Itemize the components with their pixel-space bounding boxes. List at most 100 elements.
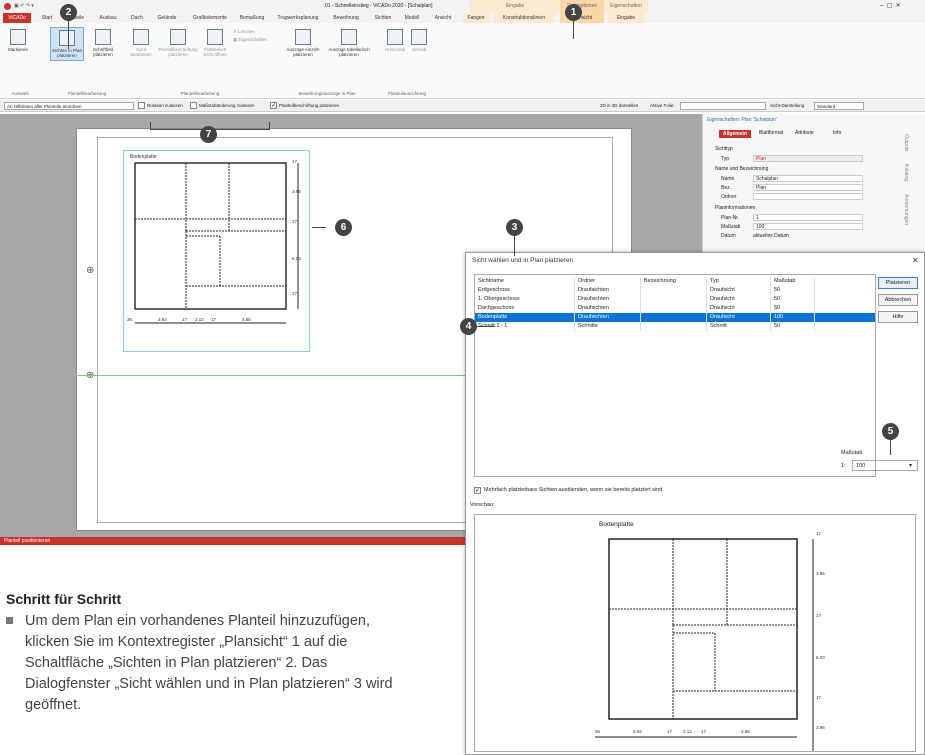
rotation-checkbox[interactable]	[138, 102, 145, 109]
label-icon	[170, 29, 186, 45]
cell-name: 1. Obergeschoss	[475, 295, 575, 304]
cell-ordner: Schnitte	[575, 322, 641, 331]
close-icon[interactable]: ✕	[912, 256, 919, 265]
table-row-selected[interactable]: Bodenplatte Draufsichten Draufsicht 100	[475, 313, 875, 322]
side-tab-anmerkungen[interactable]: Anmerkungen	[903, 194, 909, 225]
cell-mst: 50	[771, 286, 815, 295]
plot-area-icon	[207, 29, 223, 45]
loeschen-button[interactable]: ✕ Löschen	[233, 29, 263, 34]
steps-text-block: Um dem Plan ein vorhandenes Planteil hin…	[6, 611, 396, 716]
props-value-name[interactable]: Schalplan	[753, 175, 863, 182]
props-value-ordner[interactable]	[753, 193, 863, 200]
callout-6: 6	[335, 219, 352, 236]
table-row[interactable]: 1. Obergeschoss Draufsichten Draufsicht …	[475, 295, 875, 304]
chevron-down-icon: ▾	[909, 463, 913, 469]
col-bezeichnung[interactable]: Bezeichnung	[641, 277, 707, 286]
props-value-plannr[interactable]: 1	[753, 214, 863, 221]
show-3d-label[interactable]: 2D in 3D darstellen	[600, 101, 638, 111]
auszuege-einzeln-button[interactable]: Auszüge einzeln platzieren	[282, 29, 324, 57]
tab-gelaende[interactable]: Gelände	[153, 13, 181, 23]
tab-ausbau[interactable]: Ausbau	[95, 13, 121, 23]
props-tab-allgemein[interactable]: Allgemein	[719, 130, 751, 138]
anordnen-dropdown[interactable]: An Hilfslinien aller Planteile anordnen	[4, 102, 134, 110]
loeschen-label: Löschen	[238, 29, 256, 34]
tab-vicado[interactable]: ViCADo	[3, 13, 31, 23]
vertikal-button[interactable]: Vertikal	[408, 29, 430, 52]
markieren-button[interactable]: Markieren	[5, 29, 31, 52]
side-tab-katalog[interactable]: Katalog	[903, 164, 909, 181]
crosshair-icon: ⊕	[86, 265, 95, 276]
cell-mst: 50	[771, 304, 815, 313]
plotbereich-button[interactable]: Plotbereich Sicht öffnen	[200, 29, 230, 57]
table-row[interactable]: Dachgeschoss Draufsichten Draufsicht 50	[475, 304, 875, 313]
tab-sichten[interactable]: Sichten	[371, 13, 395, 23]
window-controls[interactable]: – ▢ ✕	[880, 0, 901, 13]
sicht-darstellung-select[interactable]: Standard	[814, 102, 864, 110]
tab-start[interactable]: Start	[36, 13, 58, 23]
abbrechen-button[interactable]: Abbrechen	[878, 294, 918, 306]
props-value-datum[interactable]: aktuelles Datum	[753, 233, 789, 239]
beschriftung-label: Planteilbeschriftung platzieren	[279, 103, 340, 108]
group-label-auswahl: Auswahl	[11, 91, 29, 96]
options-bar: An Hilfslinien aller Planteile anordnen …	[0, 100, 925, 112]
horizontal-button[interactable]: Horizontal	[383, 29, 407, 52]
planteilbeschriftung-button[interactable]: Planteilbeschriftung platzieren	[158, 29, 198, 57]
props-value-massstab[interactable]: 100	[753, 223, 863, 230]
platzieren-button[interactable]: Platzieren	[878, 277, 918, 289]
props-tab-blattformat[interactable]: Blattformat	[759, 130, 783, 136]
active-folie-select[interactable]	[680, 102, 766, 110]
sicht-bearbeiten-button[interactable]: Sicht bearbeiten	[127, 29, 155, 57]
cell-ordner: Draufsichten	[575, 313, 641, 322]
tab-ansicht[interactable]: Ansicht	[430, 13, 456, 23]
tab-bemassung[interactable]: Bemaßung	[236, 13, 268, 23]
callout3-line	[514, 236, 515, 256]
tab-fangen[interactable]: Fangen	[463, 13, 489, 23]
callout6-line	[312, 227, 326, 228]
side-tab-outputs[interactable]: Outputs	[903, 134, 909, 152]
eigenschaften-button[interactable]: ▦ Eigenschaften	[233, 37, 273, 42]
pv-dim-r3: 6.03	[816, 655, 825, 660]
auszuege-tabellarisch-button[interactable]: Auszüge tabellarisch platzieren	[326, 29, 372, 57]
dim-bottom-0: 36	[127, 317, 133, 322]
pv-dim-r2: 17	[816, 613, 822, 618]
vertikal-label: Vertikal	[411, 47, 427, 52]
rotation-label: Rotation zulassen	[147, 103, 183, 108]
tab-modell[interactable]: Modell	[400, 13, 424, 23]
sichten-in-plan-platzieren-button[interactable]: Sichten in Plan platzieren	[50, 27, 84, 61]
props-tab-info[interactable]: Info	[833, 130, 841, 136]
col-massstab[interactable]: Maßstab	[771, 277, 815, 286]
tab-tragwerksplanung[interactable]: Tragwerksplanung	[274, 13, 322, 23]
col-ordner[interactable]: Ordner	[575, 277, 641, 286]
schriftfeld-button[interactable]: Schriftfeld platzieren	[88, 29, 118, 57]
hide-placed-label: Mehrfach platzierbare Sichten ausblenden…	[484, 487, 663, 493]
placed-view-bodenplatte[interactable]: Bodenplatte 36 3.92 17 2.12 17 3.88 17 3…	[123, 150, 310, 352]
tab-konstruktionslinien[interactable]: Konstruktionslinien	[494, 13, 554, 23]
sicht-darstellung-label: Sicht-Darstellung	[770, 103, 805, 108]
scale-label: Maßstab	[841, 450, 863, 456]
col-sichtname[interactable]: Sichtname	[475, 277, 575, 286]
tab-dach[interactable]: Dach	[127, 13, 147, 23]
bullet-icon	[6, 617, 13, 624]
beschriftung-checkbox[interactable]: ✓	[270, 102, 277, 109]
callout-4: 4	[460, 318, 477, 335]
props-value-bez[interactable]: Plan	[753, 184, 863, 191]
dim-right-3: 6.03	[292, 256, 301, 261]
markieren-label: Markieren	[7, 47, 28, 52]
cell-typ: Draufsicht	[707, 295, 771, 304]
align-horizontal-icon	[387, 29, 403, 45]
sichten-in-plan-label: Sichten in Plan platzieren	[51, 48, 83, 58]
quick-access-icons[interactable]: ▣ ↶ ↷ ▾	[14, 0, 34, 13]
massstab-checkbox[interactable]	[190, 102, 197, 109]
col-typ[interactable]: Typ	[707, 277, 771, 286]
hilfe-button[interactable]: Hilfe	[878, 311, 918, 323]
cell-typ: Draufsicht	[707, 286, 771, 295]
table-row[interactable]: Erdgeschoss Draufsichten Draufsicht 50	[475, 286, 875, 295]
props-tab-attribute[interactable]: Attribute	[795, 130, 814, 136]
callout5-line	[890, 439, 891, 455]
tab-grafikelemente[interactable]: Grafikelemente	[188, 13, 232, 23]
tab-eingabe[interactable]: Eingabe	[608, 13, 644, 23]
table-row[interactable]: Schnitt 1 - 1 Schnitte Schnitt 50	[475, 322, 875, 331]
hide-placed-checkbox[interactable]: ✓	[474, 487, 481, 494]
tab-bewehrung[interactable]: Bewehrung	[330, 13, 362, 23]
cell-name: Erdgeschoss	[475, 286, 575, 295]
